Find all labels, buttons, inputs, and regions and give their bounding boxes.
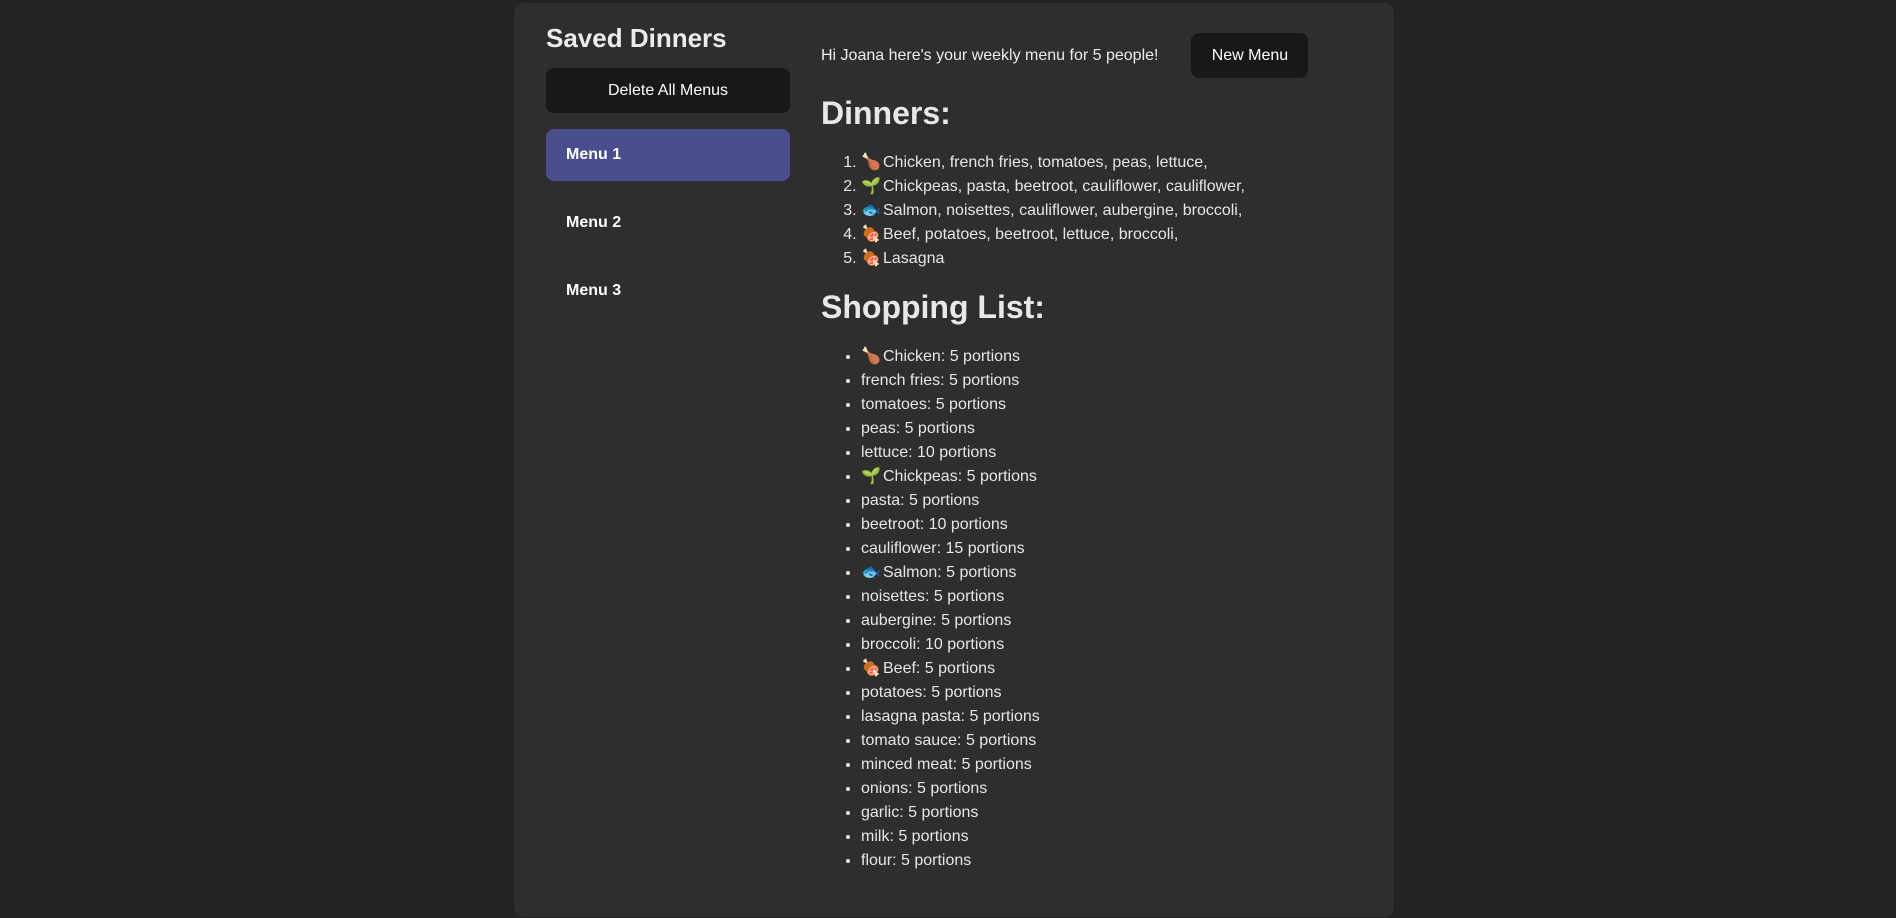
shopping-item: potatoes: 5 portions [861, 681, 1381, 705]
shopping-item: broccoli: 10 portions [861, 633, 1381, 657]
menu-item-3[interactable]: Menu 3 [546, 265, 790, 317]
shopping-item-text: tomato sauce: 5 portions [861, 732, 1037, 749]
meat-on-bone-icon: 🍖 [861, 226, 881, 243]
shopping-item-text: flour: 5 portions [861, 852, 972, 869]
shopping-item-text: onions: 5 portions [861, 780, 988, 797]
shopping-item: french fries: 5 portions [861, 369, 1381, 393]
dinner-item: 🐟Salmon, noisettes, cauliflower, aubergi… [861, 199, 1381, 223]
dinner-item-text: Chicken, french fries, tomatoes, peas, l… [883, 154, 1208, 171]
dinner-item: 🍖Beef, potatoes, beetroot, lettuce, broc… [861, 223, 1381, 247]
shopping-item-text: Chickpeas: 5 portions [883, 468, 1037, 485]
meat-on-bone-icon: 🍖 [861, 660, 881, 677]
meat-on-bone-icon: 🍖 [861, 250, 881, 267]
shopping-item-text: broccoli: 10 portions [861, 636, 1005, 653]
delete-all-menus-button[interactable]: Delete All Menus [546, 68, 790, 113]
dinner-item-text: Chickpeas, pasta, beetroot, cauliflower,… [883, 178, 1245, 195]
shopping-item-text: aubergine: 5 portions [861, 612, 1012, 629]
shopping-item-text: french fries: 5 portions [861, 372, 1020, 389]
fish-icon: 🐟 [861, 564, 881, 581]
shopping-item: noisettes: 5 portions [861, 585, 1381, 609]
shopping-item-text: noisettes: 5 portions [861, 588, 1005, 605]
dinner-item-text: Salmon, noisettes, cauliflower, aubergin… [883, 202, 1243, 219]
seedling-icon: 🌱 [861, 178, 881, 195]
shopping-item-text: pasta: 5 portions [861, 492, 980, 509]
dinners-list: 🍗Chicken, french fries, tomatoes, peas, … [821, 151, 1381, 271]
shopping-list: 🍗Chicken: 5 portions french fries: 5 port… [821, 345, 1381, 873]
dinner-item: 🍗Chicken, french fries, tomatoes, peas, … [861, 151, 1381, 175]
saved-menu-list: Menu 1 Menu 2 Menu 3 [546, 129, 790, 317]
poultry-leg-icon: 🍗 [861, 348, 881, 365]
header: Hi Joana here's your weekly menu for 5 p… [821, 33, 1381, 78]
shopping-item-text: milk: 5 portions [861, 828, 969, 845]
shopping-item-text: Chicken: 5 portions [883, 348, 1020, 365]
dinners-heading: Dinners: [821, 95, 951, 131]
dinner-item-text: Beef, potatoes, beetroot, lettuce, brocc… [883, 226, 1179, 243]
shopping-item: garlic: 5 portions [861, 801, 1381, 825]
app-panel: Saved Dinners Delete All Menus Menu 1 Men… [514, 3, 1394, 917]
shopping-item-text: lettuce: 10 portions [861, 444, 997, 461]
new-menu-button[interactable]: New Menu [1191, 33, 1309, 78]
greeting-text: Hi Joana here's your weekly menu for 5 p… [821, 46, 1159, 64]
sidebar-title: Saved Dinners [546, 23, 727, 53]
shopping-item: milk: 5 portions [861, 825, 1381, 849]
shopping-item: tomatoes: 5 portions [861, 393, 1381, 417]
shopping-item: 🍖Beef: 5 portions [861, 657, 1381, 681]
shopping-item: aubergine: 5 portions [861, 609, 1381, 633]
shopping-item-text: lasagna pasta: 5 portions [861, 708, 1040, 725]
shopping-list-heading: Shopping List: [821, 289, 1045, 325]
shopping-item-text: garlic: 5 portions [861, 804, 979, 821]
dinner-item: 🌱Chickpeas, pasta, beetroot, cauliflower… [861, 175, 1381, 199]
shopping-item: flour: 5 portions [861, 849, 1381, 873]
shopping-item-text: potatoes: 5 portions [861, 684, 1002, 701]
fish-icon: 🐟 [861, 202, 881, 219]
shopping-item: peas: 5 portions [861, 417, 1381, 441]
shopping-item: beetroot: 10 portions [861, 513, 1381, 537]
shopping-item: minced meat: 5 portions [861, 753, 1381, 777]
shopping-item-text: beetroot: 10 portions [861, 516, 1008, 533]
shopping-item: lettuce: 10 portions [861, 441, 1381, 465]
shopping-item: onions: 5 portions [861, 777, 1381, 801]
shopping-item: tomato sauce: 5 portions [861, 729, 1381, 753]
dinner-item: 🍖Lasagna [861, 247, 1381, 271]
shopping-item: 🍗Chicken: 5 portions [861, 345, 1381, 369]
shopping-item-text: minced meat: 5 portions [861, 756, 1032, 773]
shopping-item-text: Salmon: 5 portions [883, 564, 1017, 581]
shopping-item: 🐟Salmon: 5 portions [861, 561, 1381, 585]
seedling-icon: 🌱 [861, 468, 881, 485]
main-content: Hi Joana here's your weekly menu for 5 p… [821, 33, 1381, 873]
dinner-item-text: Lasagna [883, 250, 945, 267]
shopping-item: pasta: 5 portions [861, 489, 1381, 513]
menu-item-2[interactable]: Menu 2 [546, 197, 790, 249]
shopping-item: lasagna pasta: 5 portions [861, 705, 1381, 729]
shopping-item: 🌱Chickpeas: 5 portions [861, 465, 1381, 489]
shopping-item-text: cauliflower: 15 portions [861, 540, 1025, 557]
shopping-item-text: tomatoes: 5 portions [861, 396, 1006, 413]
sidebar: Saved Dinners Delete All Menus Menu 1 Men… [546, 21, 790, 333]
menu-item-1[interactable]: Menu 1 [546, 129, 790, 181]
shopping-item: cauliflower: 15 portions [861, 537, 1381, 561]
poultry-leg-icon: 🍗 [861, 154, 881, 171]
shopping-item-text: peas: 5 portions [861, 420, 975, 437]
shopping-item-text: Beef: 5 portions [883, 660, 996, 677]
